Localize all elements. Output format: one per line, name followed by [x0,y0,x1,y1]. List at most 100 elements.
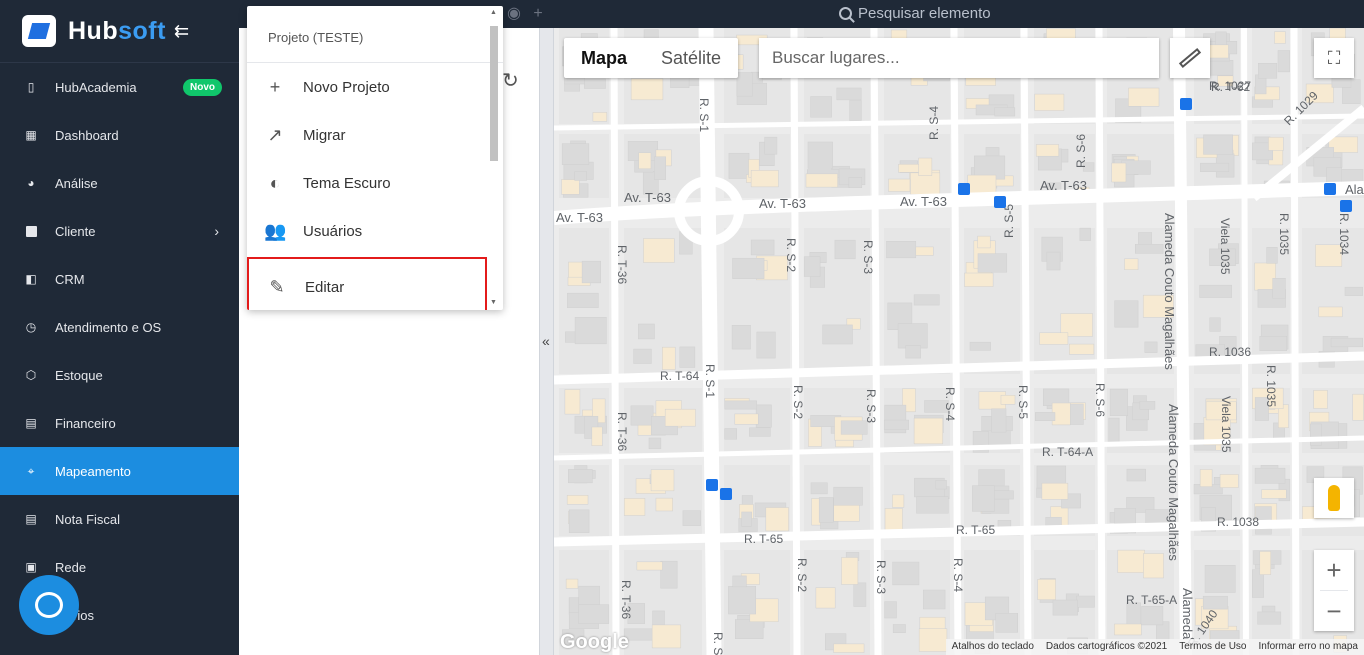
refresh-icon[interactable]: ↻ [502,68,519,93]
sidebar-item-financeiro[interactable]: ▤ Financeiro [0,399,239,447]
svg-text:R. T-64-A: R. T-64-A [1042,445,1093,459]
svg-text:Av. T-63: Av. T-63 [624,190,671,205]
svg-text:Alameda: Alameda [1180,588,1195,640]
sidebar-item-label: Financeiro [55,415,116,431]
fullscreen-button[interactable]: ⛶ [1314,38,1354,78]
map-attribution: Atalhos do teclado Dados cartográficos ©… [945,639,1364,655]
keyboard-shortcuts-link[interactable]: Atalhos do teclado [952,641,1034,655]
map-data-credit: Dados cartográficos ©2021 [1045,641,1168,652]
hubsoft-logo-icon [22,15,56,47]
svg-text:Av. T-63: Av. T-63 [759,196,806,211]
arrow-up-right-icon: ↗ [267,124,283,145]
sidebar-item-label: Análise [55,175,98,191]
menu-scrollbar[interactable]: ▲ ▼ [488,6,500,310]
brand-part-soft: soft [118,16,166,45]
zoom-in-button[interactable]: + [1314,550,1354,590]
network-icon: ▣ [25,560,37,574]
sidebar-item-label: Cliente [55,223,96,239]
sidebar-item-label: HubAcademia [55,79,137,95]
zoom-out-button[interactable]: − [1314,591,1354,631]
sidebar-item-mapeamento[interactable]: ⌖ Mapeamento [0,447,239,495]
svg-text:R. S-5: R. S-5 [1002,204,1016,238]
svg-text:Ala: Ala [1345,182,1364,197]
pie-icon: ◕ [27,176,35,190]
svg-text:R. S-5: R. S-5 [1016,385,1030,419]
sidebar-item-estoque[interactable]: ⬡ Estoque [0,351,239,399]
sidebar-item-dashboard[interactable]: ▦ Dashboard [0,111,239,159]
scroll-thumb[interactable] [490,26,498,161]
menu-item-edit[interactable]: ✎ Editar [247,257,487,310]
chat-bubble-icon [35,592,63,618]
svg-text:Av. T-63: Av. T-63 [556,210,603,225]
sidebar-item-analise[interactable]: ◕ Análise [0,159,239,207]
calendar-clock-icon: ◷ [25,320,37,334]
sidebar-nav: ▯ HubAcademia Novo ▦ Dashboard ◕ Análise… [0,63,239,639]
chat-button[interactable] [19,575,79,635]
svg-text:R. S-1: R. S-1 [697,98,711,132]
location-pin-icon[interactable]: ◉ [507,5,521,22]
collapse-panel-icon[interactable]: « [542,333,550,349]
svg-text:R. S-3: R. S-3 [864,389,878,423]
fullscreen-icon: ⛶ [1327,47,1341,68]
svg-text:R. S-3: R. S-3 [874,560,888,594]
panel-resizer[interactable]: « [539,28,554,655]
sidebar-item-nota-fiscal[interactable]: ▤ Nota Fiscal [0,495,239,543]
sidebar-item-cliente[interactable]: Cliente › [0,207,239,255]
svg-text:Viela 1035: Viela 1035 [1218,218,1232,275]
scroll-up-icon[interactable]: ▲ [490,9,497,16]
svg-text:R. 1038: R. 1038 [1217,515,1259,529]
menu-item-dark-theme[interactable]: ◐ Tema Escuro [247,159,503,207]
collapse-sidebar-icon[interactable]: ⇇ [174,21,189,42]
sidebar-item-label: Estoque [55,367,103,383]
svg-text:R. S-6: R. S-6 [1074,134,1088,168]
menu-item-new-project[interactable]: + Novo Projeto [247,63,503,111]
menu-item-migrate[interactable]: ↗ Migrar [247,111,503,159]
sidebar-item-hubacademia[interactable]: ▯ HubAcademia Novo [0,63,239,111]
report-map-error-link[interactable]: Informar erro no mapa [1259,641,1359,655]
svg-text:R. T-65-A: R. T-65-A [1126,593,1177,607]
menu-item-label: Novo Projeto [303,78,390,96]
google-logo: Google [560,631,629,653]
map-view-button[interactable]: Mapa [564,38,644,78]
svg-text:R. T-65: R. T-65 [744,532,783,546]
svg-text:R. 1036: R. 1036 [1209,345,1251,359]
satellite-view-button[interactable]: Satélite [644,38,738,78]
people-icon: 👥 [264,220,287,241]
measure-ruler-button[interactable] [1170,38,1210,78]
street-view-pegman[interactable] [1314,478,1354,518]
svg-text:Alameda Couto Magalhães: Alameda Couto Magalhães [1162,213,1177,370]
add-icon[interactable]: + [533,5,542,22]
places-search-input[interactable] [759,38,1159,78]
terms-of-use-link[interactable]: Termos de Uso [1179,641,1246,655]
svg-text:R. T-65: R. T-65 [956,523,995,537]
sidebar-item-label: Mapeamento [55,463,131,479]
sidebar-item-crm[interactable]: ◧ CRM [0,255,239,303]
menu-item-label: Tema Escuro [303,174,391,192]
board-icon: ◧ [25,272,37,286]
svg-text:R. S-2: R. S-2 [795,558,809,592]
sidebar-item-label: Rede [55,559,87,575]
svg-text:R. S-6: R. S-6 [1093,383,1107,417]
element-search[interactable]: Pesquisar elemento [839,5,991,22]
svg-text:Viela 1035: Viela 1035 [1219,396,1233,453]
svg-text:R. S-2: R. S-2 [784,238,798,272]
brand-part-hub: Hub [68,16,119,45]
svg-text:R. S-4: R. S-4 [943,387,957,421]
svg-text:R. S-3: R. S-3 [861,240,875,274]
chevron-right-icon: › [214,223,219,239]
svg-text:R. T-36: R. T-36 [619,580,633,619]
project-menu: Projeto (TESTE) + Novo Projeto ↗ Migrar … [247,6,503,310]
map-view[interactable]: R. T-62 R. 1027 R. 1029 R. S-1 R. S-4 R.… [554,28,1364,655]
brightness-icon: ◐ [269,172,281,193]
menu-item-users[interactable]: 👥 Usuários [247,207,503,255]
sidebar-item-atendimento[interactable]: ◷ Atendimento e OS [0,303,239,351]
svg-text:R. T-36: R. T-36 [615,245,629,284]
box-icon: ⬡ [25,368,37,382]
sidebar-item-label: Dashboard [55,127,119,143]
menu-item-label: Editar [305,278,345,296]
sidebar: Hubsoft ⇇ ▯ HubAcademia Novo ▦ Dashboard… [0,0,239,655]
map-canvas[interactable]: R. T-62 R. 1027 R. 1029 R. S-1 R. S-4 R.… [554,28,1364,655]
svg-text:R. T-64: R. T-64 [660,369,699,383]
svg-text:R. 1035: R. 1035 [1277,213,1291,255]
scroll-down-icon[interactable]: ▼ [490,299,497,306]
